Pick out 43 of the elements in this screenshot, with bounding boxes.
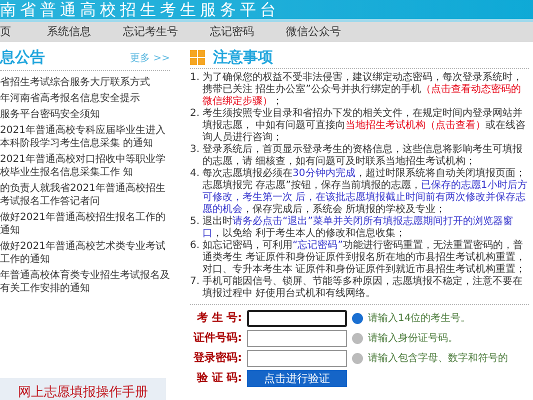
grid-icon (190, 50, 205, 64)
item-number: 7. (190, 276, 200, 289)
input-field[interactable] (247, 310, 347, 326)
nav-link[interactable]: 忘记考生号 (107, 22, 194, 42)
section-title: 注意事项 (213, 48, 273, 66)
news-link[interactable]: 服务平台密码安全须知 (0, 108, 170, 121)
item-number: 2. (190, 108, 200, 121)
field-hint: 请输入身份证号码。 (368, 332, 458, 346)
field-label: 考 生 号: (196, 310, 242, 326)
note-text: 如忘记密码，可利用“忘记密码”功能进行密码重置，无法重置密码的，普通类考生 考证原件和身份证原件到报名所在地的市县招生考试机构重置，对口、专升本考生本 证原件和身份证原件到就近市县招生考试机构重置； (202, 240, 527, 276)
item-number: 1. (190, 72, 200, 85)
note-text: 为了确保您的权益不受非法侵害，建议绑定动态密码，每次登录系统时，携带已关注 招生办公室”公众号并执行绑定的手机（点击查看动态密码的微信绑定步骤）； (202, 72, 524, 108)
nav-link[interactable]: 页 (0, 22, 31, 42)
news-link[interactable]: 年普通高校体育类专业招生考试报名及有关工作安排的通知 (0, 269, 170, 295)
note-text: 退出时请务必点击“退出”菜单并关闭所有填报志愿期间打开的浏览器窗口，以免给 利于考生本人的修改和信息收集； (202, 216, 514, 240)
field-hint: 请输入14位的考生号。 (368, 312, 471, 326)
news-link[interactable]: 做好2021年普通高校招生报名工作的通知 (0, 211, 170, 237)
item-number: 4. (190, 168, 200, 181)
field-label: 验 证 码: (196, 370, 242, 386)
item-number: 3. (190, 144, 200, 157)
site-title: 南省普通高校招生考生服务平台 (0, 0, 280, 18)
nav-link[interactable]: 忘记密码 (194, 22, 270, 42)
verify-button[interactable]: 点击进行验证 (247, 370, 347, 386)
nav-link[interactable]: 系统信息 (31, 22, 107, 42)
field-label: 证件号码: (192, 330, 242, 346)
news-link[interactable]: 年河南省高考报名信息安全提示 (0, 92, 170, 105)
news-link[interactable]: 省招生考试综合服务大厅联系方式 (0, 76, 170, 89)
note-text: 每次志愿填报必须在30分钟内完成，超过时限系统将自动关闭填报页面；志愿填报完 存志愿”按钮，保存当前填报的志愿，已保存的志愿1小时后方可修改，考生第一次 后，在该批志愿填报截止时间前有两次修改并保存志愿的机会，保存完成后，系统会 所填报的学校及专业； (202, 168, 528, 216)
news-link[interactable]: 的负责人就我省2021年普通高校招生考试报名工作答记者问 (0, 182, 170, 208)
news-link[interactable]: 2021年普通高校对口招收中等职业学校毕业生报名信息采集工作 知 (0, 153, 170, 179)
note-text: 考生须按照专业目录和省招办下发的相关文件，在规定时间内登录网站并填报志愿， 中如有问题可直接向 当地招生考试机构（点击查看）或在线咨询人员进行咨询； (202, 108, 527, 144)
news-link[interactable]: 做好2021年普通高校艺术类专业考试工作的通知 (0, 240, 170, 266)
input-field[interactable] (247, 330, 347, 346)
news-link[interactable]: 2021年普通高校专科应届毕业生进入本科阶段学习考生信息采集 的通知 (0, 124, 170, 150)
input-field[interactable] (247, 350, 347, 366)
nav-link[interactable]: 微信公众号 (270, 22, 357, 42)
item-number: 5. (190, 216, 200, 229)
note-text: 登录系统后，首页显示登录考生的资格信息，这些信息将影响考生可填报的志愿，请 细核查，如有问题可及时联系当地招生考试机构； (202, 144, 524, 168)
note-text: 手机可能因信号、锁屏、节能等多种原因，志愿填报不稳定，注意不要在填报过程中 好使用台式机和有线网络。 (202, 276, 524, 300)
item-number: 6. (190, 240, 200, 253)
manual-link[interactable]: 网上志愿填报操作手册 (18, 385, 148, 400)
field-hint: 请输入包含字母、数字和符号的 (368, 352, 508, 366)
field-label: 登录密码: (192, 350, 242, 366)
